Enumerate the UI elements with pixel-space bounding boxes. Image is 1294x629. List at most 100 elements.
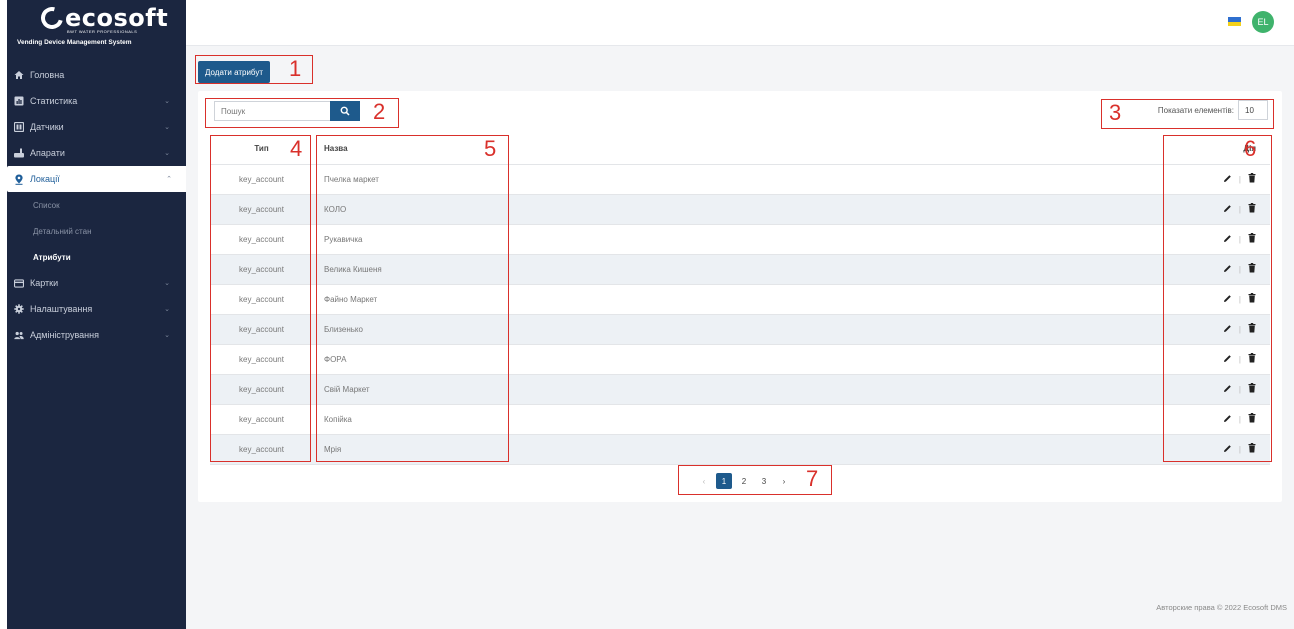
top-bar: EL <box>186 0 1294 46</box>
pagination: ‹ 1 2 3 › <box>696 473 792 489</box>
brand-name: ecosoft <box>65 4 169 32</box>
chevron-down-icon: ⌄ <box>164 98 170 105</box>
table-row: key_account Копійка | <box>210 404 1270 435</box>
annotation-number-1: 1 <box>289 56 302 81</box>
trash-icon[interactable] <box>1248 233 1256 245</box>
edit-icon[interactable] <box>1223 264 1232 275</box>
cell-name: Копійка <box>313 404 1164 435</box>
sidebar-item-home[interactable]: Головна <box>7 62 186 88</box>
cell-type: key_account <box>210 224 313 255</box>
action-separator: | <box>1238 384 1241 394</box>
cell-actions: | <box>1164 344 1270 375</box>
cell-actions: | <box>1164 284 1270 315</box>
cell-type: key_account <box>210 284 313 315</box>
submenu-item-detailed-status[interactable]: Детальний стан <box>7 218 186 244</box>
table-row: key_account Мрія | <box>210 434 1270 465</box>
chevron-down-icon: ⌄ <box>164 332 170 339</box>
sidebar-item-label: Локації <box>30 174 60 184</box>
trash-icon[interactable] <box>1248 413 1256 425</box>
trash-icon[interactable] <box>1248 323 1256 335</box>
annotation-number-6: 6 <box>1244 136 1257 161</box>
action-separator: | <box>1238 294 1241 304</box>
pagination-page-2[interactable]: 2 <box>736 473 752 489</box>
pagination-page-1[interactable]: 1 <box>716 473 732 489</box>
sidebar-item-settings[interactable]: Налаштування ⌄ <box>7 296 186 322</box>
sidebar-item-machines[interactable]: Апарати ⌄ <box>7 140 186 166</box>
chevron-down-icon: ⌄ <box>164 306 170 313</box>
trash-icon[interactable] <box>1248 263 1256 275</box>
edit-icon[interactable] <box>1223 174 1232 185</box>
sensor-icon <box>14 122 24 132</box>
table-row: key_account Пчелка маркет | <box>210 164 1270 195</box>
trash-icon[interactable] <box>1248 293 1256 305</box>
edit-icon[interactable] <box>1223 414 1232 425</box>
table-header-row: Тип Назва Дія <box>210 134 1270 165</box>
sidebar-item-label: Датчики <box>30 122 64 132</box>
submenu-item-attributes[interactable]: Атрибути <box>7 244 186 270</box>
stats-icon <box>14 96 24 106</box>
avatar[interactable]: EL <box>1252 11 1274 33</box>
cell-name: Рукавичка <box>313 224 1164 255</box>
logo-mark-icon <box>36 2 68 34</box>
attributes-card: Показати елементів: 10 Тип Назва Дія key… <box>198 91 1282 502</box>
page-size-label: Показати елементів: <box>1157 105 1234 115</box>
search-icon <box>340 106 350 116</box>
table-row: key_account Свій Маркет | <box>210 374 1270 405</box>
sidebar-item-label: Адміністрування <box>30 330 99 340</box>
edit-icon[interactable] <box>1223 444 1232 455</box>
table-row: key_account Рукавичка | <box>210 224 1270 255</box>
trash-icon[interactable] <box>1248 203 1256 215</box>
pagination-page-3[interactable]: 3 <box>756 473 772 489</box>
search-button[interactable] <box>330 101 360 121</box>
sidebar-item-statistics[interactable]: Статистика ⌄ <box>7 88 186 114</box>
cell-name: Свій Маркет <box>313 374 1164 405</box>
edit-icon[interactable] <box>1223 384 1232 395</box>
table-row: key_account КОЛО | <box>210 194 1270 225</box>
cell-name: Близенько <box>313 314 1164 345</box>
machine-icon <box>14 148 24 158</box>
annotation-number-7: 7 <box>806 466 819 491</box>
trash-icon[interactable] <box>1248 443 1256 455</box>
action-separator: | <box>1238 234 1241 244</box>
cell-type: key_account <box>210 404 313 435</box>
chevron-down-icon: ⌄ <box>164 150 170 157</box>
trash-icon[interactable] <box>1248 353 1256 365</box>
edit-icon[interactable] <box>1223 204 1232 215</box>
annotation-number-5: 5 <box>484 136 497 161</box>
pagination-prev[interactable]: ‹ <box>696 473 712 489</box>
pagination-next[interactable]: › <box>776 473 792 489</box>
action-separator: | <box>1238 204 1241 214</box>
sidebar-item-label: Головна <box>30 70 65 80</box>
column-header-name[interactable]: Назва <box>313 134 1164 165</box>
users-icon <box>14 330 24 340</box>
chevron-down-icon: ⌄ <box>164 124 170 131</box>
edit-icon[interactable] <box>1223 324 1232 335</box>
cell-actions: | <box>1164 254 1270 285</box>
edit-icon[interactable] <box>1223 234 1232 245</box>
edit-icon[interactable] <box>1223 294 1232 305</box>
sidebar-item-cards[interactable]: Картки ⌄ <box>7 270 186 296</box>
action-separator: | <box>1238 174 1241 184</box>
home-icon <box>14 70 24 80</box>
ukraine-flag-icon[interactable] <box>1228 17 1241 26</box>
attributes-table: Тип Назва Дія key_account Пчелка маркет | k… <box>210 134 1270 465</box>
cell-actions: | <box>1164 434 1270 465</box>
page-size-select[interactable]: 10 <box>1238 100 1268 120</box>
sidebar-item-locations[interactable]: Локації ⌃ <box>7 166 188 192</box>
logo[interactable]: ecosoft BWT WATER PROFESSIONALS Vending … <box>7 0 186 62</box>
cell-actions: | <box>1164 224 1270 255</box>
add-attribute-button[interactable]: Додати атрибут <box>198 61 271 83</box>
search-input[interactable] <box>214 101 330 121</box>
cell-actions: | <box>1164 194 1270 225</box>
sidebar-item-administration[interactable]: Адміністрування ⌄ <box>7 322 186 348</box>
gear-icon <box>14 304 24 314</box>
submenu-item-list[interactable]: Список <box>7 192 186 218</box>
trash-icon[interactable] <box>1248 173 1256 185</box>
cell-type: key_account <box>210 374 313 405</box>
edit-icon[interactable] <box>1223 354 1232 365</box>
sidebar: ecosoft BWT WATER PROFESSIONALS Vending … <box>7 0 188 629</box>
sidebar-item-sensors[interactable]: Датчики ⌄ <box>7 114 186 140</box>
trash-icon[interactable] <box>1248 383 1256 395</box>
chevron-up-icon: ⌃ <box>166 176 172 183</box>
cell-actions: | <box>1164 404 1270 435</box>
